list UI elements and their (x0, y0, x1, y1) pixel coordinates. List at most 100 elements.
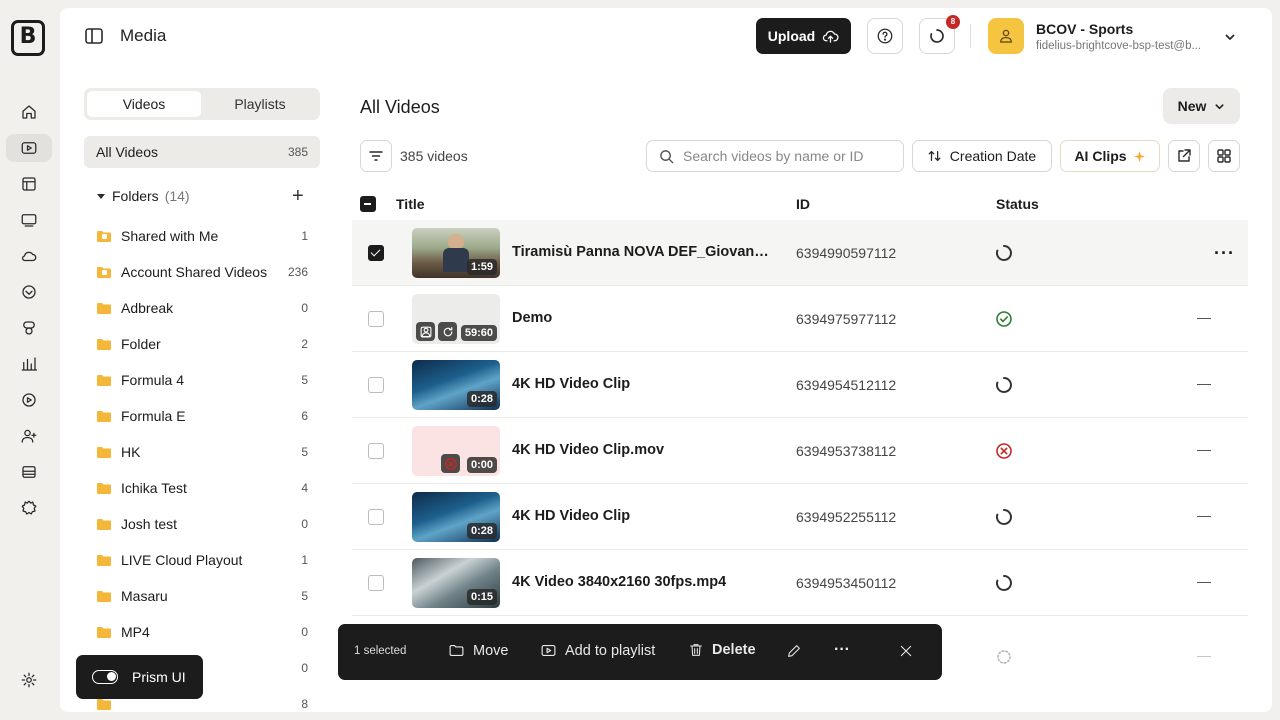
video-title[interactable]: 4K Video 3840x2160 30fps.mp4 (512, 574, 726, 590)
all-videos-count: 385 (287, 145, 308, 159)
folder-icon (96, 446, 112, 458)
filter-button[interactable] (360, 140, 392, 172)
column-status[interactable]: Status (996, 196, 1039, 212)
folder-count: 0 (301, 301, 308, 315)
folder-name: Folder (121, 336, 161, 352)
grid-icon (1217, 149, 1231, 163)
add-folder-button[interactable]: + (292, 186, 304, 206)
column-id[interactable]: ID (796, 196, 810, 212)
grid-view-button[interactable] (1208, 140, 1240, 172)
folder-icon (96, 626, 112, 638)
table-row[interactable]: 59:60 Demo 6394975977112 (352, 286, 1248, 352)
search-input[interactable] (646, 140, 904, 172)
tab-playlists[interactable]: Playlists (203, 91, 317, 117)
sort-button[interactable]: Creation Date (912, 140, 1052, 172)
folder-item[interactable]: LIVE Cloud Playout 1 (96, 550, 308, 570)
video-thumbnail[interactable]: 0:28 (412, 360, 500, 410)
sidebar-item-all-videos[interactable]: All Videos 385 (84, 136, 320, 168)
tab-videos[interactable]: Videos (87, 91, 201, 117)
table-row[interactable]: 0:28 4K HD Video Clip 6394952255112 (352, 484, 1248, 550)
folder-icon (449, 644, 464, 657)
row-more-button[interactable]: ··· (1214, 243, 1235, 264)
prism-ui-toggle[interactable]: Prism UI (76, 655, 203, 699)
playlist-icon (541, 644, 556, 657)
folder-item[interactable]: Formula E 6 (96, 406, 308, 426)
new-label: New (1177, 98, 1207, 114)
more-actions-button[interactable]: ··· (834, 641, 850, 659)
select-all-checkbox[interactable] (360, 196, 376, 212)
folder-item[interactable]: Masaru 5 (96, 586, 308, 606)
folder-count: 6 (301, 409, 308, 423)
export-button[interactable] (1168, 140, 1200, 172)
folder-count: 1 (301, 553, 308, 567)
column-title[interactable]: Title (396, 196, 425, 212)
cloud-icon[interactable] (6, 242, 52, 270)
playback-icon[interactable] (6, 386, 52, 414)
processing-icon (995, 575, 1012, 591)
row-checkbox[interactable] (368, 443, 384, 459)
folders-header[interactable]: Folders (14) (96, 188, 190, 204)
folder-item[interactable]: Folder 2 (96, 334, 308, 354)
folder-item[interactable]: Adbreak 0 (96, 298, 308, 318)
dash (1197, 656, 1211, 658)
table-row[interactable]: 0:28 4K HD Video Clip 6394954512112 (352, 352, 1248, 418)
toggle-switch[interactable] (92, 670, 118, 684)
edit-button[interactable] (786, 643, 802, 659)
folder-item[interactable]: MP4 0 (96, 622, 308, 642)
brightcove-logo[interactable]: B (11, 20, 45, 56)
folder-item[interactable]: Ichika Test 4 (96, 478, 308, 498)
delete-button[interactable]: Delete (688, 642, 756, 658)
video-title[interactable]: 4K HD Video Clip (512, 376, 630, 392)
video-id: 6394952255112 (796, 509, 897, 525)
media-icon[interactable] (6, 134, 52, 162)
upload-button[interactable]: Upload (756, 18, 851, 54)
plugins-icon[interactable] (6, 494, 52, 522)
video-title[interactable]: Tiramisù Panna NOVA DEF_Giovanni -... (512, 244, 772, 260)
row-checkbox[interactable] (368, 377, 384, 393)
live-icon[interactable] (6, 278, 52, 306)
folder-item[interactable]: Formula 4 5 (96, 370, 308, 390)
analytics-icon[interactable] (6, 350, 52, 378)
move-button[interactable]: Move (448, 642, 508, 659)
table-row[interactable]: 1:59 Tiramisù Panna NOVA DEF_Giovanni -..… (352, 220, 1248, 286)
account-name[interactable]: BCOV - Sports (1036, 21, 1133, 37)
help-button[interactable] (867, 18, 903, 54)
folder-item[interactable]: Account Shared Videos 236 (96, 262, 308, 282)
folder-item[interactable]: Shared with Me 1 (96, 226, 308, 246)
experience-icon[interactable] (6, 314, 52, 342)
users-icon[interactable] (6, 422, 52, 450)
layout-icon[interactable] (6, 170, 52, 198)
table-header: Title ID Status (352, 192, 1248, 220)
video-thumbnail[interactable]: 0:00 (412, 426, 500, 476)
ai-clips-button[interactable]: AI Clips (1060, 140, 1160, 172)
folder-count: 4 (301, 481, 308, 495)
chevron-down-icon[interactable] (1224, 30, 1236, 48)
row-checkbox[interactable] (368, 245, 384, 261)
video-title[interactable]: 4K HD Video Clip.mov (512, 442, 664, 458)
row-checkbox[interactable] (368, 509, 384, 525)
new-button[interactable]: New (1163, 88, 1240, 124)
add-to-playlist-button[interactable]: Add to playlist (540, 642, 655, 659)
folder-item[interactable]: HK 5 (96, 442, 308, 462)
table-row[interactable]: 0:00 4K HD Video Clip.mov 6394953738112 (352, 418, 1248, 484)
folder-item[interactable]: Josh test 0 (96, 514, 308, 534)
search-field[interactable] (683, 148, 883, 164)
gear-icon[interactable] (6, 666, 52, 694)
home-icon[interactable] (6, 98, 52, 126)
video-title[interactable]: 4K HD Video Clip (512, 508, 630, 524)
table-row[interactable]: 0:15 4K Video 3840x2160 30fps.mp4 63949534… (352, 550, 1248, 616)
avatar[interactable] (988, 18, 1024, 54)
close-button[interactable] (898, 643, 914, 659)
sidebar-toggle-icon[interactable] (84, 26, 104, 46)
video-thumbnail[interactable]: 0:15 (412, 558, 500, 608)
video-thumbnail[interactable]: 59:60 (412, 294, 500, 344)
folder-icon (96, 518, 112, 530)
row-checkbox[interactable] (368, 311, 384, 327)
video-thumbnail[interactable]: 0:28 (412, 492, 500, 542)
video-thumbnail[interactable]: 1:59 (412, 228, 500, 278)
inbox-icon[interactable] (6, 458, 52, 486)
player-icon[interactable] (6, 206, 52, 234)
row-checkbox[interactable] (368, 575, 384, 591)
chevron-down-icon (1215, 103, 1224, 109)
video-title[interactable]: Demo (512, 310, 552, 326)
